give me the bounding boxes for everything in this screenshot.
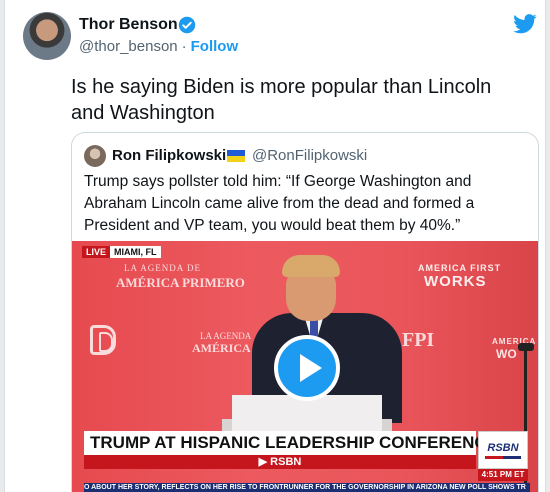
quoted-tweet[interactable]: Ron Filipkowski @RonFilipkowski Trump sa… [71,132,539,492]
backdrop-text: WORKS [424,273,487,290]
backdrop-text: AMÉRICA PRIMERO [116,275,245,290]
author-handle[interactable]: @thor_benson [79,38,178,55]
author-avatar[interactable] [23,12,71,60]
backdrop-text: LA AGENDA DE [124,263,201,273]
backdrop-text: AMERICA FIRST [418,263,502,273]
ukraine-flag-icon [227,150,245,162]
backdrop-text: AMÉRICA P [192,341,261,355]
separator-dot: · [181,38,187,55]
live-label: LIVE [82,246,111,258]
video-player[interactable]: LIVE MIAMI, FL LA AGENDA DE AMÉRICA PRIM… [72,241,538,492]
backdrop-logo-icon [90,325,116,355]
news-ticker: O ABOUT HER STORY, REFLECTS ON HER RISE … [84,483,530,492]
backdrop-text: FPI [402,329,435,351]
author-handle-row: @thor_benson · Follow [79,38,238,55]
quoted-author-name: Ron Filipkowski [112,147,227,164]
speaker-hair [282,255,340,277]
channel-bar: ▶ RSBN [84,455,476,469]
location-label: MIAMI, FL [110,246,161,258]
backdrop-text: LA AGENDA [200,331,252,341]
twitter-bird-icon[interactable] [513,14,537,34]
tweet-text: Is he saying Biden is more popular than … [71,76,492,124]
backdrop-text: WO [496,347,517,361]
channel-logo-stripe [485,456,521,459]
channel-logo-text: RSBN [487,442,519,454]
mic-icon [518,343,534,351]
channel-logo: RSBN [478,431,528,469]
author-name[interactable]: Thor Benson [79,16,178,34]
quoted-author-handle: @RonFilipkowski [252,147,368,164]
verified-badge-icon [178,16,196,34]
live-badge: LIVE MIAMI, FL [82,246,161,258]
broadcast-time: 4:51 PM ET [478,469,528,481]
follow-button[interactable]: Follow [191,38,239,55]
play-button-icon[interactable] [274,335,340,401]
quoted-tweet-text: Trump says pollster told him: “If George… [84,173,475,234]
tweet-card: Thor Benson @thor_benson · Follow Is he sa… [4,0,546,492]
quoted-author-avatar [84,145,106,167]
video-headline: TRUMP AT HISPANIC LEADERSHIP CONFERENCE [84,431,498,455]
